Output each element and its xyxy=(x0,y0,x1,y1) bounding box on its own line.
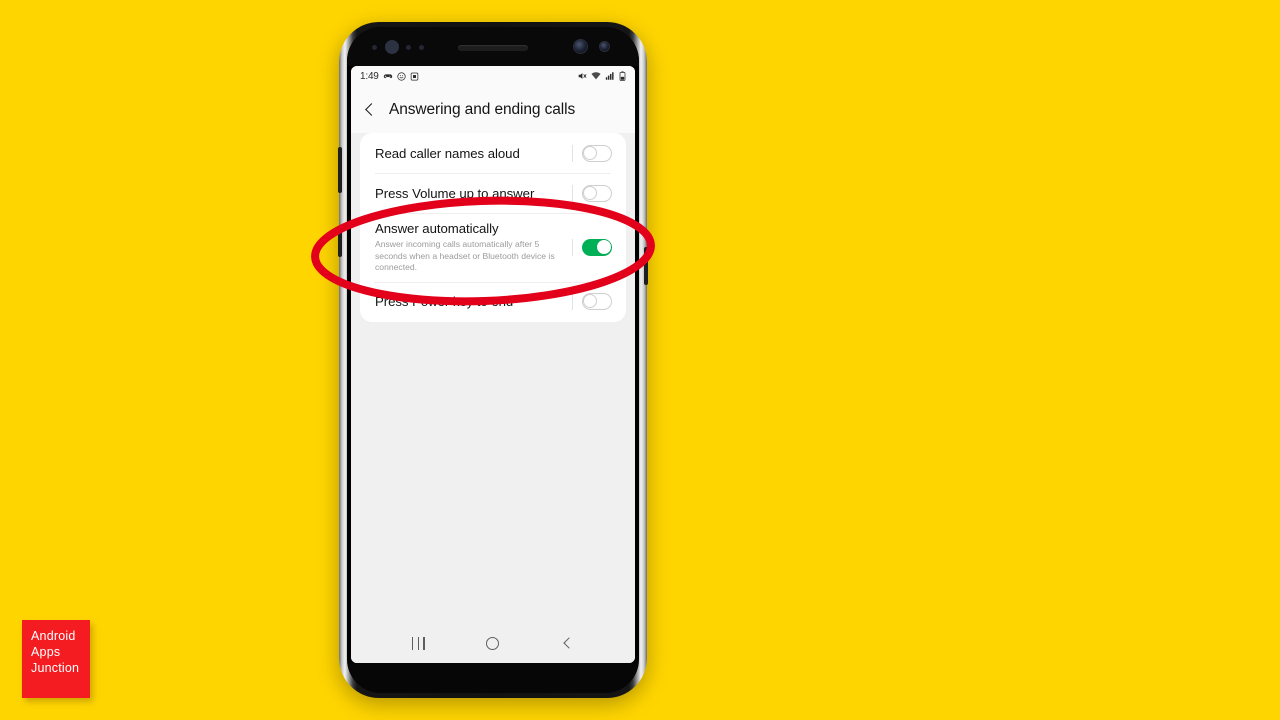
toggle-cell xyxy=(566,293,612,310)
toggle-read-caller-names-aloud[interactable] xyxy=(582,144,612,162)
signal-bars-icon xyxy=(605,71,615,81)
iris-scanner-icon xyxy=(385,40,399,54)
light-sensor-icon xyxy=(406,45,411,50)
channel-watermark: Android Apps Junction xyxy=(22,620,90,698)
phone-body: 1:49 Answering and ending calls Read cal… xyxy=(347,27,639,693)
row-text-block: Read caller names aloud xyxy=(375,138,566,169)
toggle-answer-automatically[interactable] xyxy=(582,238,612,256)
setting-row-answer-automatically[interactable]: Answer automatically Answer incoming cal… xyxy=(360,213,626,282)
setting-description: Answer incoming calls automatically afte… xyxy=(375,239,555,272)
setting-row-press-power-key-to-end[interactable]: Press Power key to end xyxy=(360,281,626,322)
phone-bottom-bezel xyxy=(347,663,639,693)
setting-title: Answer automatically xyxy=(375,221,499,236)
toggle-divider xyxy=(572,293,573,310)
setting-title: Read caller names aloud xyxy=(375,145,520,161)
battery-icon xyxy=(619,71,626,81)
back-chevron-icon[interactable] xyxy=(363,103,377,117)
settings-card-wrapper: Read caller names aloud Press Volume up … xyxy=(351,133,635,322)
watermark-line-1: Android xyxy=(31,629,76,643)
toggle-divider xyxy=(572,144,573,162)
settings-card: Read caller names aloud Press Volume up … xyxy=(360,133,626,322)
secondary-sensor-icon xyxy=(419,45,424,50)
android-navigation-bar xyxy=(351,623,635,663)
status-bar-left: 1:49 xyxy=(360,71,419,82)
mute-icon xyxy=(577,71,587,81)
proximity-sensor-icon xyxy=(372,45,377,50)
back-icon[interactable] xyxy=(561,637,574,650)
power-button[interactable] xyxy=(644,247,648,285)
home-icon[interactable] xyxy=(486,636,500,650)
sim-card-icon xyxy=(410,72,419,81)
row-text-block: Press Power key to end xyxy=(375,286,566,317)
phone-device: 1:49 Answering and ending calls Read cal… xyxy=(338,22,648,698)
recents-icon[interactable] xyxy=(411,636,425,650)
row-text-block: Answer automatically Answer incoming cal… xyxy=(375,213,566,282)
page-title: Answering and ending calls xyxy=(389,100,576,118)
toggle-cell xyxy=(566,238,612,256)
status-bar-right xyxy=(577,71,626,81)
setting-row-press-volume-up-to-answer[interactable]: Press Volume up to answer xyxy=(360,173,626,213)
clock-text: 1:49 xyxy=(360,70,379,82)
video-background: 1:49 Answering and ending calls Read cal… xyxy=(0,0,1280,720)
setting-row-read-caller-names-aloud[interactable]: Read caller names aloud xyxy=(360,133,626,173)
watermark-line-3: Junction xyxy=(31,661,80,675)
game-controller-icon xyxy=(383,71,393,81)
toggle-knob xyxy=(583,145,598,160)
earpiece-speaker xyxy=(458,45,528,51)
toggle-knob xyxy=(583,185,598,200)
setting-title: Press Power key to end xyxy=(375,294,514,309)
toggle-divider xyxy=(572,184,573,202)
phone-screen: 1:49 Answering and ending calls Read cal… xyxy=(351,66,635,663)
toggle-press-volume-up-to-answer[interactable] xyxy=(582,184,612,202)
smiley-face-icon xyxy=(397,71,406,81)
status-bar: 1:49 xyxy=(351,66,635,86)
app-bar: Answering and ending calls xyxy=(351,86,635,133)
toggle-cell xyxy=(566,144,612,162)
wifi-icon xyxy=(591,71,601,81)
heart-rate-sensor-icon xyxy=(600,42,609,51)
bixby-button[interactable] xyxy=(338,227,342,257)
toggle-press-power-key-to-end[interactable] xyxy=(582,293,612,310)
toggle-divider xyxy=(572,238,573,256)
toggle-cell xyxy=(566,184,612,202)
toggle-knob xyxy=(583,294,598,309)
toggle-knob xyxy=(596,239,611,255)
setting-title: Press Volume up to answer xyxy=(375,185,535,201)
phone-top-bezel xyxy=(347,27,639,66)
watermark-line-2: Apps xyxy=(31,645,61,659)
volume-button[interactable] xyxy=(338,147,342,193)
front-camera-icon xyxy=(574,40,587,53)
row-text-block: Press Volume up to answer xyxy=(375,178,566,209)
